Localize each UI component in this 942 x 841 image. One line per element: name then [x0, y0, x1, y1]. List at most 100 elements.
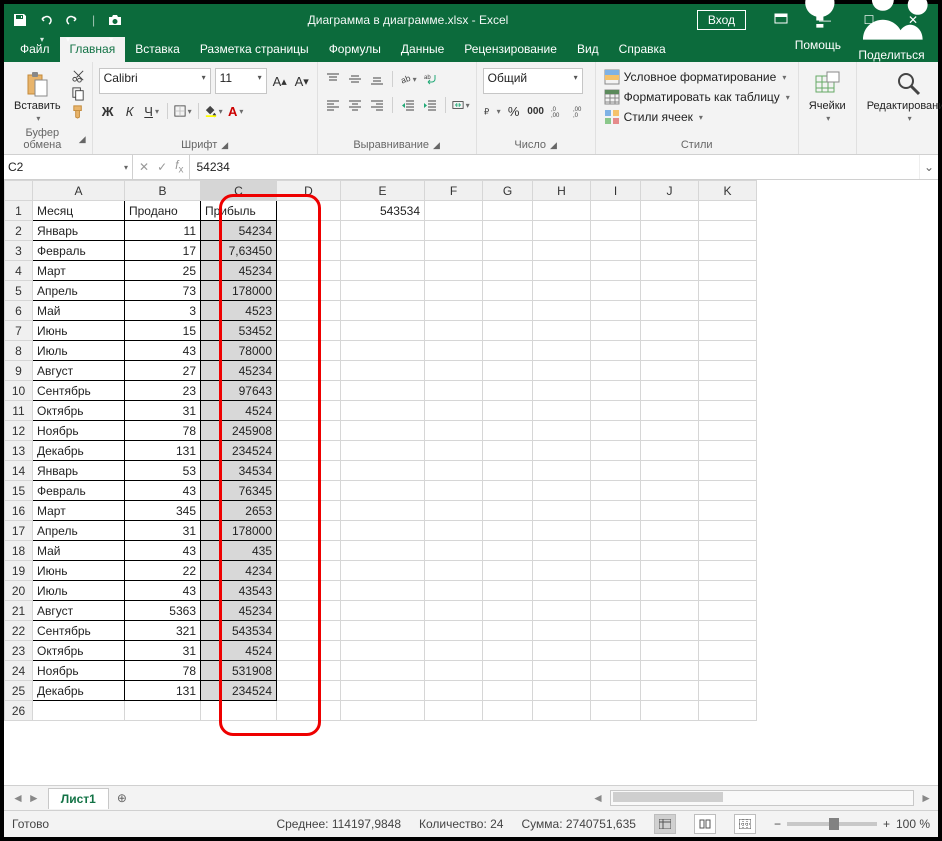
cell[interactable]: [641, 221, 699, 241]
cell[interactable]: [425, 441, 483, 461]
cell[interactable]: [425, 481, 483, 501]
row-header[interactable]: 26: [5, 701, 33, 721]
align-bottom-icon[interactable]: [368, 70, 386, 88]
col-header-I[interactable]: I: [591, 181, 641, 201]
cell[interactable]: 3: [125, 301, 201, 321]
cell[interactable]: [641, 681, 699, 701]
cell[interactable]: [277, 661, 341, 681]
hscroll-track[interactable]: [610, 790, 914, 806]
cell[interactable]: 78: [125, 661, 201, 681]
cell[interactable]: Январь: [33, 221, 125, 241]
cell[interactable]: [277, 601, 341, 621]
cell[interactable]: [641, 461, 699, 481]
cell[interactable]: [699, 441, 757, 461]
cell[interactable]: Продано: [125, 201, 201, 221]
cell[interactable]: [483, 501, 533, 521]
cell[interactable]: 78000: [201, 341, 277, 361]
cell[interactable]: 43: [125, 581, 201, 601]
tab-insert[interactable]: Вставка: [125, 37, 190, 62]
cell[interactable]: [591, 621, 641, 641]
cell[interactable]: [699, 701, 757, 721]
cell[interactable]: [533, 261, 591, 281]
cell[interactable]: [641, 361, 699, 381]
cell[interactable]: [641, 381, 699, 401]
cell[interactable]: [277, 561, 341, 581]
cell[interactable]: [125, 701, 201, 721]
cell[interactable]: [641, 581, 699, 601]
merge-center-icon[interactable]: ▾: [452, 96, 470, 114]
cell[interactable]: Май: [33, 541, 125, 561]
row-header[interactable]: 18: [5, 541, 33, 561]
cell[interactable]: 5363: [125, 601, 201, 621]
cell[interactable]: 234524: [201, 681, 277, 701]
cell[interactable]: [277, 341, 341, 361]
cell[interactable]: Май: [33, 301, 125, 321]
cell[interactable]: [533, 301, 591, 321]
wrap-text-icon[interactable]: ab: [421, 70, 439, 88]
cell[interactable]: 531908: [201, 661, 277, 681]
cell[interactable]: [533, 561, 591, 581]
cell[interactable]: [641, 201, 699, 221]
cell[interactable]: [699, 641, 757, 661]
cancel-formula-icon[interactable]: ✕: [139, 160, 149, 174]
cell[interactable]: [533, 421, 591, 441]
cell[interactable]: Апрель: [33, 281, 125, 301]
col-header-G[interactable]: G: [483, 181, 533, 201]
cell[interactable]: [341, 281, 425, 301]
cell[interactable]: [483, 241, 533, 261]
align-right-icon[interactable]: [368, 96, 386, 114]
cell[interactable]: Март: [33, 261, 125, 281]
cell[interactable]: [483, 661, 533, 681]
cell[interactable]: [341, 581, 425, 601]
col-header-J[interactable]: J: [641, 181, 699, 201]
cell[interactable]: [277, 541, 341, 561]
cell[interactable]: [591, 421, 641, 441]
row-header[interactable]: 12: [5, 421, 33, 441]
cell[interactable]: [591, 441, 641, 461]
cell[interactable]: [425, 661, 483, 681]
decrease-decimal-icon[interactable]: ,00,0: [571, 102, 589, 120]
cell[interactable]: [533, 541, 591, 561]
cell[interactable]: [483, 281, 533, 301]
cell[interactable]: [591, 201, 641, 221]
cell[interactable]: Июль: [33, 581, 125, 601]
cell[interactable]: [699, 661, 757, 681]
cell[interactable]: Сентябрь: [33, 381, 125, 401]
cell[interactable]: [591, 301, 641, 321]
cell[interactable]: Июнь: [33, 561, 125, 581]
cell[interactable]: [425, 361, 483, 381]
cell[interactable]: [277, 681, 341, 701]
cell[interactable]: Июль: [33, 341, 125, 361]
row-header[interactable]: 25: [5, 681, 33, 701]
cell[interactable]: [277, 581, 341, 601]
cell[interactable]: [533, 201, 591, 221]
col-header-A[interactable]: A: [33, 181, 125, 201]
cell[interactable]: [533, 501, 591, 521]
cell[interactable]: [341, 221, 425, 241]
cell[interactable]: [483, 601, 533, 621]
cell[interactable]: [699, 301, 757, 321]
cell[interactable]: [341, 381, 425, 401]
font-size-select[interactable]: 11▾: [215, 68, 267, 94]
cell[interactable]: [341, 501, 425, 521]
cell[interactable]: 4234: [201, 561, 277, 581]
cell[interactable]: [533, 521, 591, 541]
cell[interactable]: [341, 341, 425, 361]
cell[interactable]: Октябрь: [33, 641, 125, 661]
cell[interactable]: [277, 401, 341, 421]
cell[interactable]: [425, 601, 483, 621]
cell[interactable]: 76345: [201, 481, 277, 501]
cell[interactable]: 34534: [201, 461, 277, 481]
cell[interactable]: [201, 701, 277, 721]
name-box[interactable]: C2▾: [4, 155, 133, 179]
cell[interactable]: [699, 521, 757, 541]
cell[interactable]: [591, 401, 641, 421]
cell[interactable]: 53: [125, 461, 201, 481]
zoom-out-button[interactable]: −: [774, 817, 781, 831]
cell[interactable]: [591, 521, 641, 541]
col-header-K[interactable]: K: [699, 181, 757, 201]
cell[interactable]: [33, 701, 125, 721]
cell[interactable]: [591, 581, 641, 601]
cell[interactable]: [483, 261, 533, 281]
cell[interactable]: 543534: [341, 201, 425, 221]
